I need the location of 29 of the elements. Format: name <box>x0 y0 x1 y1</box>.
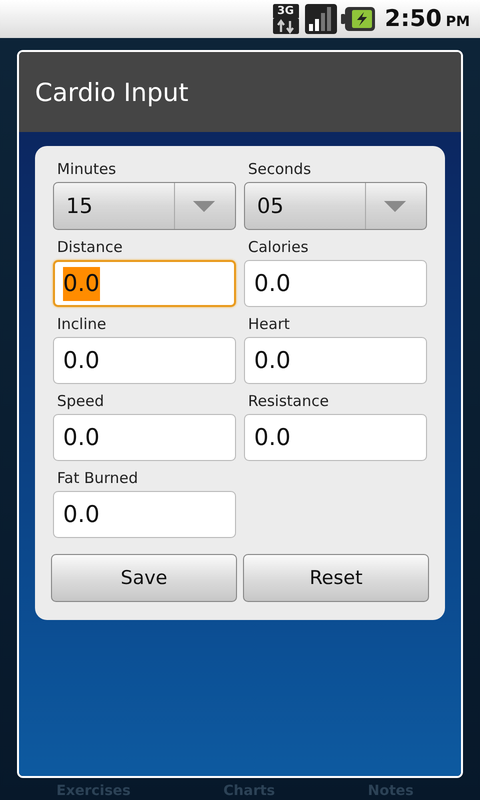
dialog-button[interactable]: Save <box>51 554 237 602</box>
caret-icon <box>193 200 215 212</box>
dialog-title: Cardio Input <box>35 78 188 106</box>
battery-charging-icon <box>340 7 375 31</box>
clock-time: 2:50 <box>384 6 442 32</box>
input-field[interactable]: 0.0 <box>53 260 236 307</box>
input-field[interactable]: 0.0 <box>244 337 427 384</box>
input-field[interactable]: 0.0 <box>244 414 427 461</box>
signal-icon <box>304 4 337 34</box>
dialog-button[interactable]: Reset <box>243 554 429 602</box>
field-label: Minutes <box>56 160 118 178</box>
field-label: Seconds <box>247 160 312 178</box>
field-label: Incline <box>56 315 108 333</box>
field-label: Speed <box>56 392 106 410</box>
dropdown-field[interactable]: 05 <box>244 182 427 230</box>
input-field[interactable]: 0.0 <box>53 414 236 461</box>
field-label: Heart <box>247 315 291 333</box>
data-arrows-icon <box>272 18 299 34</box>
field-label: Distance <box>56 238 124 256</box>
caret-icon <box>384 200 406 212</box>
network-label: 3G <box>272 4 299 18</box>
field-label: Fat Burned <box>56 469 140 487</box>
field-label: Calories <box>247 238 310 256</box>
field-label: Resistance <box>247 392 330 410</box>
input-field[interactable]: 0.0 <box>53 337 236 384</box>
clock-period: PM <box>446 14 470 30</box>
input-field[interactable]: 0.0 <box>53 491 236 538</box>
dropdown-field[interactable]: 15 <box>53 182 236 230</box>
input-field[interactable]: 0.0 <box>244 260 427 307</box>
